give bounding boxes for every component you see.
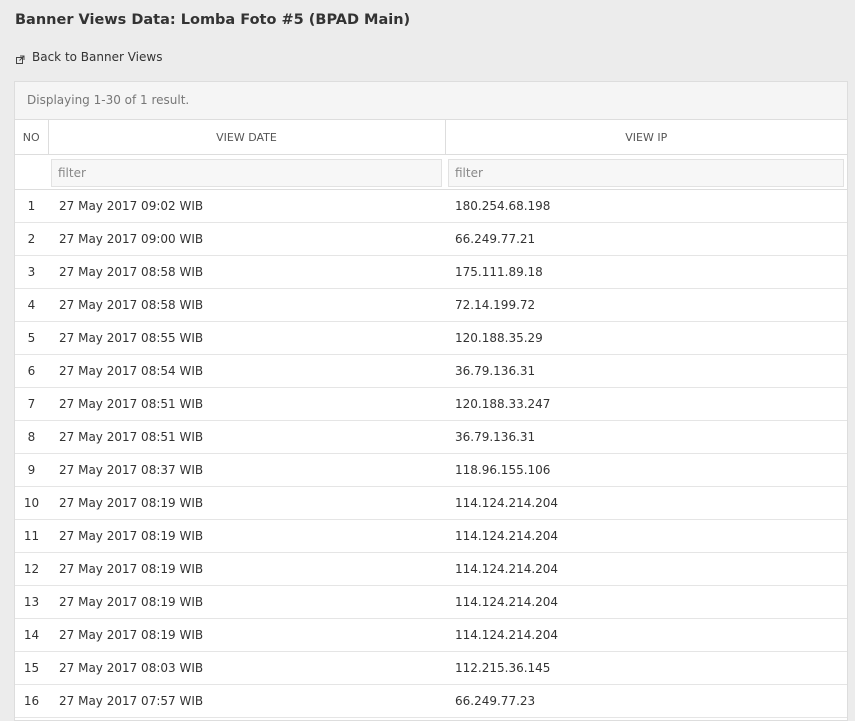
cell-view-date: 27 May 2017 08:37 WIB <box>48 453 445 487</box>
cell-no: 7 <box>15 387 48 421</box>
grid-summary: Displaying 1-30 of 1 result. <box>15 82 847 120</box>
cell-view-ip: 114.124.214.204 <box>445 585 847 619</box>
cell-view-ip: 120.188.35.29 <box>445 321 847 355</box>
cell-view-date: 27 May 2017 08:19 WIB <box>48 618 445 652</box>
banner-views-table: NO VIEW DATE VIEW IP 127 May 2017 09:02 … <box>15 120 847 718</box>
filter-cell-date <box>48 154 445 190</box>
cell-view-ip: 180.254.68.198 <box>445 189 847 223</box>
table-row: 6 27 May 2017 08:54 WIB 36.79.136.31 <box>15 354 847 388</box>
cell-view-ip: 114.124.214.204 <box>445 552 847 586</box>
cell-view-date: 27 May 2017 08:19 WIB <box>48 519 445 553</box>
filter-row <box>15 154 847 190</box>
cell-view-date: 27 May 2017 07:57 WIB <box>48 684 445 718</box>
table-row: 12 27 May 2017 08:19 WIB 114.124.214.204 <box>15 552 847 586</box>
table-row: 1 27 May 2017 09:02 WIB 180.254.68.198 <box>15 189 847 223</box>
cell-no: 5 <box>15 321 48 355</box>
filter-cell-empty <box>15 154 48 190</box>
cell-view-ip: 112.215.36.145 <box>445 651 847 685</box>
table-row: 8 27 May 2017 08:51 WIB 36.79.136.31 <box>15 420 847 454</box>
table-row: 10 27 May 2017 08:19 WIB 114.124.214.204 <box>15 486 847 520</box>
cell-no: 15 <box>15 651 48 685</box>
table-row: 4 27 May 2017 08:58 WIB 72.14.199.72 <box>15 288 847 322</box>
view-date-filter-input[interactable] <box>51 159 442 187</box>
cell-no: 10 <box>15 486 48 520</box>
view-ip-filter-input[interactable] <box>448 159 844 187</box>
table-row: 13 27 May 2017 08:19 WIB 114.124.214.204 <box>15 585 847 619</box>
external-link-icon <box>16 53 25 64</box>
cell-no: 2 <box>15 222 48 256</box>
cell-view-ip: 36.79.136.31 <box>445 420 847 454</box>
table-header-row: NO VIEW DATE VIEW IP <box>15 120 847 155</box>
cell-no: 4 <box>15 288 48 322</box>
cell-view-ip: 114.124.214.204 <box>445 618 847 652</box>
column-header-view-ip[interactable]: VIEW IP <box>444 120 847 155</box>
cell-no: 3 <box>15 255 48 289</box>
cell-view-date: 27 May 2017 08:55 WIB <box>48 321 445 355</box>
cell-view-date: 27 May 2017 08:58 WIB <box>48 288 445 322</box>
cell-no: 16 <box>15 684 48 718</box>
cell-no: 12 <box>15 552 48 586</box>
cell-view-date: 27 May 2017 08:19 WIB <box>48 585 445 619</box>
cell-no: 8 <box>15 420 48 454</box>
table-row: 11 27 May 2017 08:19 WIB 114.124.214.204 <box>15 519 847 553</box>
cell-view-date: 27 May 2017 09:00 WIB <box>48 222 445 256</box>
table-row: 16 27 May 2017 07:57 WIB 66.249.77.23 <box>15 684 847 718</box>
cell-view-date: 27 May 2017 08:51 WIB <box>48 420 445 454</box>
cell-view-ip: 120.188.33.247 <box>445 387 847 421</box>
table-row: 3 27 May 2017 08:58 WIB 175.111.89.18 <box>15 255 847 289</box>
cell-view-date: 27 May 2017 09:02 WIB <box>48 189 445 223</box>
cell-view-date: 27 May 2017 08:03 WIB <box>48 651 445 685</box>
table-row: 15 27 May 2017 08:03 WIB 112.215.36.145 <box>15 651 847 685</box>
cell-view-date: 27 May 2017 08:51 WIB <box>48 387 445 421</box>
cell-no: 1 <box>15 189 48 223</box>
cell-view-ip: 36.79.136.31 <box>445 354 847 388</box>
cell-view-ip: 175.111.89.18 <box>445 255 847 289</box>
table-row: 2 27 May 2017 09:00 WIB 66.249.77.21 <box>15 222 847 256</box>
column-header-no: NO <box>15 120 48 155</box>
cell-view-ip: 72.14.199.72 <box>445 288 847 322</box>
table-row: 14 27 May 2017 08:19 WIB 114.124.214.204 <box>15 618 847 652</box>
cell-view-ip: 66.249.77.23 <box>445 684 847 718</box>
cell-no: 13 <box>15 585 48 619</box>
back-link-label: Back to Banner Views <box>32 50 163 64</box>
table-row: 7 27 May 2017 08:51 WIB 120.188.33.247 <box>15 387 847 421</box>
grid-panel: Displaying 1-30 of 1 result. NO VIEW DAT… <box>14 81 848 721</box>
cell-view-ip: 66.249.77.21 <box>445 222 847 256</box>
cell-view-date: 27 May 2017 08:54 WIB <box>48 354 445 388</box>
table-row: 5 27 May 2017 08:55 WIB 120.188.35.29 <box>15 321 847 355</box>
cell-no: 11 <box>15 519 48 553</box>
cell-no: 9 <box>15 453 48 487</box>
column-header-view-date[interactable]: VIEW DATE <box>47 120 445 155</box>
page-title: Banner Views Data: Lomba Foto #5 (BPAD M… <box>15 12 411 28</box>
cell-no: 6 <box>15 354 48 388</box>
cell-view-date: 27 May 2017 08:19 WIB <box>48 486 445 520</box>
back-to-banner-views-link[interactable]: Back to Banner Views <box>16 50 162 64</box>
cell-no: 14 <box>15 618 48 652</box>
cell-view-date: 27 May 2017 08:58 WIB <box>48 255 445 289</box>
cell-view-ip: 114.124.214.204 <box>445 519 847 553</box>
cell-view-ip: 118.96.155.106 <box>445 453 847 487</box>
table-row: 9 27 May 2017 08:37 WIB 118.96.155.106 <box>15 453 847 487</box>
filter-cell-ip <box>445 154 847 190</box>
cell-view-date: 27 May 2017 08:19 WIB <box>48 552 445 586</box>
cell-view-ip: 114.124.214.204 <box>445 486 847 520</box>
